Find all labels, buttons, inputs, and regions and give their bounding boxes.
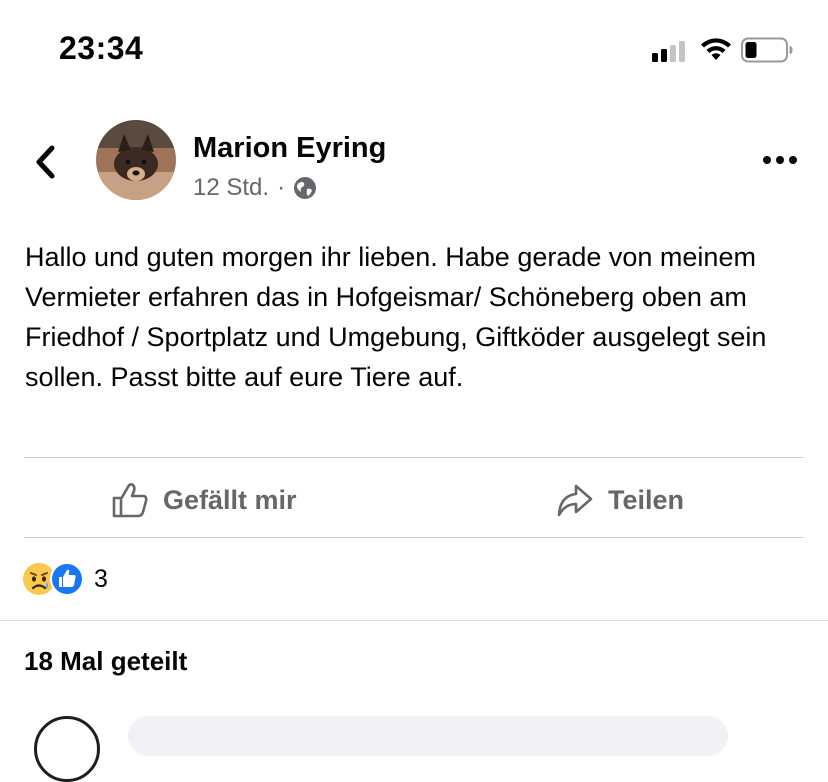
section-divider <box>0 620 828 621</box>
like-reaction-icon <box>50 562 84 596</box>
reaction-count: 3 <box>94 564 108 593</box>
post-header: Marion Eyring 12 Std. · <box>0 112 828 212</box>
wifi-icon <box>701 38 731 60</box>
reactions-summary[interactable]: 3 <box>22 562 108 596</box>
share-arrow-icon <box>557 484 593 517</box>
status-bar: 23:34 <box>0 0 828 100</box>
thumbs-up-icon <box>112 483 148 518</box>
post-text: Hallo und guten morgen ihr lieben. Habe … <box>25 242 767 392</box>
post-timestamp[interactable]: 12 Std. <box>193 174 269 202</box>
comment-input[interactable] <box>128 716 728 756</box>
divider <box>24 537 804 538</box>
divider <box>24 457 804 458</box>
author-avatar[interactable] <box>96 120 176 200</box>
share-label: Teilen <box>608 484 685 515</box>
signal-icon <box>652 40 692 62</box>
like-label: Gefällt mir <box>163 484 297 515</box>
meta-separator: · <box>277 174 286 201</box>
battery-icon <box>741 37 793 63</box>
share-count[interactable]: 18 Mal geteilt <box>24 646 187 677</box>
commenter-avatar <box>34 716 100 782</box>
post-meta: 12 Std. · <box>193 174 317 202</box>
more-options-icon[interactable] <box>760 150 800 170</box>
author-name[interactable]: Marion Eyring <box>193 132 386 165</box>
like-button[interactable]: Gefällt mir <box>111 476 297 524</box>
back-chevron-icon[interactable] <box>30 142 60 182</box>
globe-icon <box>294 177 317 199</box>
status-time: 23:34 <box>59 30 144 66</box>
share-button[interactable]: Teilen <box>556 476 684 524</box>
